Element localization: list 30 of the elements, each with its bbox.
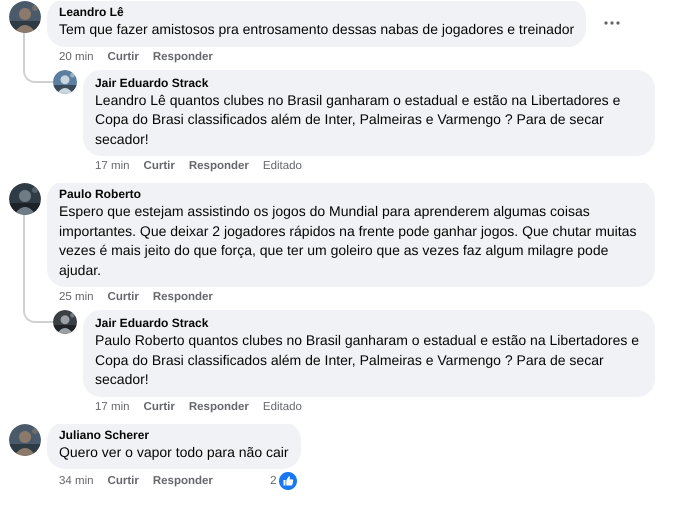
comment-text: Quero ver o vapor todo para não cair: [59, 442, 289, 462]
comment-text: Leandro Lê quantos clubes no Brasil ganharam o estadual e estão na Libertadores e Copa do Brasi classificados além de Inter, Palmeiras e Varmengo ? Para de secar secador!: [95, 90, 622, 148]
like-icon[interactable]: [278, 472, 297, 490]
action-link[interactable]: Curtir: [144, 400, 175, 414]
action-link[interactable]: Curtir: [108, 474, 139, 488]
action-link[interactable]: Responder: [188, 400, 249, 414]
action-link[interactable]: Responder: [188, 159, 249, 174]
comment-time: 17 min: [95, 400, 130, 414]
action-link[interactable]: Curtir: [144, 159, 175, 174]
action-link[interactable]: Curtir: [108, 290, 139, 305]
author-name[interactable]: Paulo Roberto: [59, 187, 643, 202]
more-icon[interactable]: [604, 20, 620, 25]
author-name[interactable]: Jair Eduardo Strack: [95, 316, 643, 331]
comment-text: Paulo Roberto quantos clubes no Brasil ganharam o estadual e estão na Libertadores e Copa do Brasi classificados além de Inter, Palmeiras e Varmengo ? Para de secar secador!: [95, 331, 640, 389]
author-name[interactable]: Juliano Scherer: [59, 428, 289, 442]
comment-text: Tem que fazer amistosos pra entrosamento dessas nabas de jogadores e treinador: [59, 20, 574, 39]
action-link[interactable]: Curtir: [108, 50, 139, 64]
action-link[interactable]: Responder: [152, 474, 213, 488]
comment-text: Espero que estejam assistindo os jogos do Mundial para aprenderem algumas coisas importantes. Que deixar 2 jogadores rápidos na frente pode ganhar jogos. Que chutar muitas vezes é mais jeito do que força, que ter um goleiro que as vezes faz algum milagre pode ajudar.: [59, 202, 638, 280]
comment-time: 25 min: [59, 290, 94, 305]
edited-label: Editado: [262, 400, 302, 414]
reaction-count[interactable]: 2: [270, 474, 277, 488]
author-name[interactable]: Jair Eduardo Strack: [95, 76, 643, 90]
comment-time: 34 min: [59, 474, 94, 488]
edited-label: Editado: [262, 159, 302, 174]
action-link[interactable]: Responder: [152, 50, 213, 64]
author-name[interactable]: Leandro Lê: [59, 5, 574, 20]
comment-time: 17 min: [95, 159, 130, 174]
action-link[interactable]: Responder: [152, 290, 213, 305]
comment-time: 20 min: [59, 50, 94, 64]
